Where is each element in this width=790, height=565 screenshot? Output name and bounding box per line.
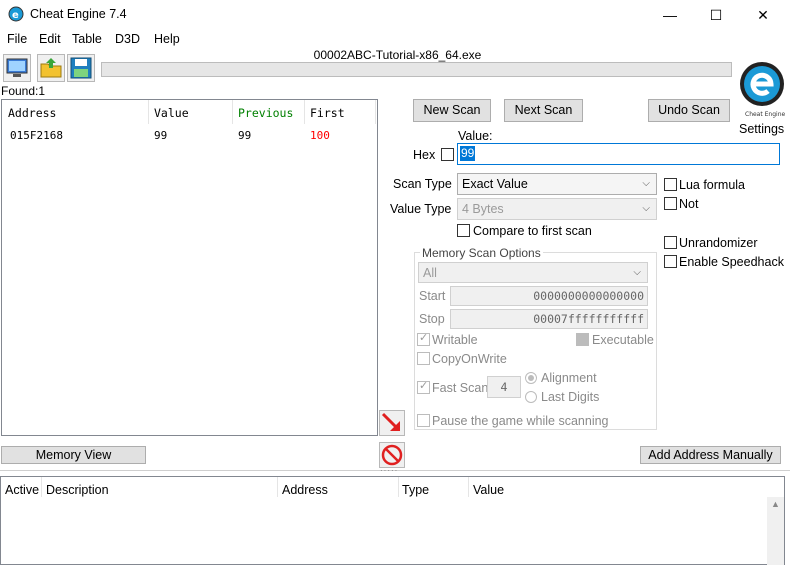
save-disk-icon (70, 57, 92, 79)
add-to-list-button[interactable] (379, 410, 405, 436)
column-description[interactable]: Description (46, 483, 109, 497)
compare-first-label: Compare to first scan (473, 224, 592, 238)
chevron-down-icon: ⌵ (642, 203, 650, 214)
cheat-engine-logo[interactable]: Cheat Engine (736, 50, 788, 120)
lua-formula-checkbox[interactable] (664, 178, 677, 191)
add-address-manually-button[interactable]: Add Address Manually (640, 446, 781, 464)
folder-icon (40, 58, 62, 78)
column-previous[interactable]: Previous (238, 106, 293, 120)
scroll-up-icon[interactable]: ▲ (771, 499, 780, 509)
enable-speedhack-checkbox[interactable] (664, 255, 677, 268)
vertical-scrollbar[interactable]: ▲ (767, 497, 784, 565)
compare-first-checkbox[interactable] (457, 224, 470, 237)
column-value[interactable]: Value (154, 106, 189, 120)
menu-help[interactable]: Help (154, 32, 180, 46)
column-address[interactable]: Address (282, 483, 328, 497)
scan-type-label: Scan Type (393, 177, 452, 191)
close-button[interactable]: ✕ (740, 0, 786, 30)
memory-region-value: All (423, 266, 437, 280)
executable-label: Executable (592, 333, 654, 347)
value-label: Value: (458, 129, 493, 143)
next-scan-button[interactable]: Next Scan (504, 99, 583, 122)
window-title: Cheat Engine 7.4 (30, 7, 127, 21)
value-type-value: 4 Bytes (462, 202, 504, 216)
scan-type-select[interactable]: Exact Value ⌵ (457, 173, 657, 195)
last-digits-label: Last Digits (541, 390, 600, 404)
stop-address-field[interactable]: 00007fffffffffff (450, 309, 648, 329)
found-results-list[interactable]: Address Value Previous First 015F2168 99… (1, 99, 378, 436)
minimize-button[interactable]: — (647, 0, 693, 30)
fast-scan-value-field[interactable]: 4 (487, 376, 521, 398)
fast-scan-checkbox[interactable] (417, 379, 430, 394)
chevron-down-icon: ⌵ (633, 267, 641, 278)
memory-region-select[interactable]: All ⌵ (418, 262, 648, 283)
open-process-button[interactable] (3, 54, 31, 82)
process-name: 00002ABC-Tutorial-x86_64.exe (313, 48, 482, 62)
alignment-label: Alignment (541, 371, 597, 385)
row-previous: 99 (238, 129, 252, 142)
column-type[interactable]: Type (402, 483, 429, 497)
hex-label: Hex (413, 148, 436, 162)
row-value: 99 (154, 129, 168, 142)
value-type-select[interactable]: 4 Bytes ⌵ (457, 198, 657, 220)
maximize-button[interactable]: ☐ (693, 0, 739, 30)
last-digits-radio[interactable] (525, 391, 537, 403)
copy-on-write-label: CopyOnWrite (432, 352, 507, 366)
menu-file[interactable]: File (7, 32, 27, 46)
column-value[interactable]: Value (473, 483, 504, 497)
value-input-text: 99 (460, 146, 476, 161)
not-label: Not (679, 197, 699, 211)
chevron-down-icon: ⌵ (642, 178, 650, 189)
title-bar: e Cheat Engine 7.4 — ☐ ✕ (0, 0, 790, 30)
memory-scan-options-title: Memory Scan Options (420, 246, 543, 260)
computer-icon (6, 58, 28, 77)
enable-speedhack-label: Enable Speedhack (679, 255, 784, 269)
new-scan-button[interactable]: New Scan (413, 99, 491, 122)
menu-table[interactable]: Table (72, 32, 102, 46)
clear-list-button[interactable] (379, 442, 405, 468)
fast-scan-label: Fast Scan (432, 381, 489, 395)
menu-edit[interactable]: Edit (39, 32, 61, 46)
undo-scan-button[interactable]: Undo Scan (648, 99, 730, 122)
alignment-radio[interactable] (525, 372, 537, 384)
row-first: 100 (310, 129, 330, 142)
svg-text:e: e (12, 10, 19, 21)
pause-game-label: Pause the game while scanning (432, 414, 609, 428)
memory-view-button[interactable]: Memory View (1, 446, 146, 464)
column-first[interactable]: First (310, 106, 345, 120)
writable-label: Writable (432, 333, 478, 347)
column-address[interactable]: Address (8, 106, 56, 120)
settings-label[interactable]: Settings (739, 122, 784, 136)
row-address: 015F2168 (10, 129, 63, 142)
start-address-field[interactable]: 0000000000000000 (450, 286, 648, 306)
pause-game-checkbox[interactable] (417, 414, 430, 427)
unrandomizer-checkbox[interactable] (664, 236, 677, 249)
lua-formula-label: Lua formula (679, 178, 746, 192)
scan-progress-bar (101, 62, 732, 77)
start-label: Start (419, 289, 446, 303)
value-type-label: Value Type (390, 202, 452, 216)
open-file-button[interactable] (37, 54, 65, 82)
unrandomizer-label: Unrandomizer (679, 236, 758, 250)
found-count: Found:1 (1, 84, 46, 98)
address-list[interactable]: Active Description Address Type Value ▲ (0, 476, 785, 565)
writable-checkbox[interactable] (417, 331, 430, 346)
stop-label: Stop (419, 312, 445, 326)
svg-text:Cheat Engine: Cheat Engine (745, 111, 785, 118)
value-input[interactable]: 99 (457, 143, 780, 165)
no-sign-icon (381, 444, 403, 466)
cheat-engine-icon: e (8, 6, 24, 22)
executable-checkbox[interactable] (576, 333, 589, 346)
red-arrow-icon (381, 412, 400, 431)
copy-on-write-checkbox[interactable] (417, 352, 430, 365)
not-checkbox[interactable] (664, 197, 677, 210)
scan-type-value: Exact Value (462, 177, 528, 191)
save-button[interactable] (67, 54, 95, 82)
hex-checkbox[interactable] (441, 148, 454, 161)
menu-d3d[interactable]: D3D (115, 32, 140, 46)
splitter-grip-icon[interactable]: ····· (380, 466, 398, 475)
menu-bar: File Edit Table D3D Help (0, 30, 790, 49)
column-active[interactable]: Active (5, 483, 39, 497)
